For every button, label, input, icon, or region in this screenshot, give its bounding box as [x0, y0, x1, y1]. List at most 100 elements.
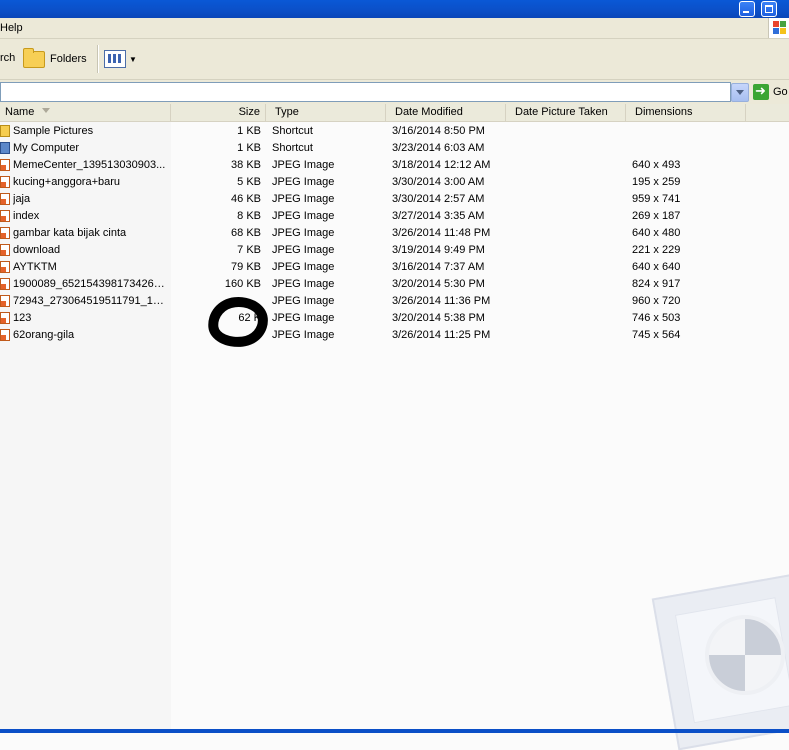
jpeg-icon [0, 329, 10, 341]
search-button[interactable]: rch [0, 52, 15, 64]
file-name: kucing+anggora+baru [13, 176, 121, 188]
column-header-bar: Name Size Type Date Modified Date Pictur… [0, 104, 789, 122]
file-dimensions: 195 x 259 [632, 176, 681, 188]
column-date-picture-taken-label: Date Picture Taken [515, 106, 608, 118]
windows-logo-icon [768, 18, 789, 38]
file-date-modified: 3/26/2014 11:48 PM [392, 227, 491, 239]
file-row[interactable]: gambar kata bijak cinta 68 KB JPEG Image… [0, 225, 789, 242]
file-type: JPEG Image [272, 159, 335, 171]
file-size: 38 KB [231, 159, 261, 171]
jpeg-icon [0, 312, 10, 324]
window-bottom-edge [0, 729, 789, 733]
file-type: JPEG Image [272, 244, 335, 256]
file-type: JPEG Image [272, 329, 335, 341]
file-row[interactable]: 1900089_652154398173426_... 160 KB JPEG … [0, 276, 789, 293]
file-row[interactable]: index 8 KB JPEG Image 3/27/2014 3:35 AM … [0, 208, 789, 225]
file-name: 123 [13, 312, 32, 324]
watermark-disc-icon [705, 615, 785, 695]
file-date-modified: 3/27/2014 3:35 AM [392, 210, 485, 222]
address-bar: Go [0, 80, 789, 105]
minimize-button[interactable] [739, 1, 755, 17]
jpeg-icon [0, 278, 10, 290]
column-header-date-modified[interactable]: Date Modified [386, 104, 506, 121]
column-header-name[interactable]: Name [0, 104, 171, 121]
file-row[interactable]: My Computer 1 KB Shortcut 3/23/2014 6:03… [0, 140, 789, 157]
file-row[interactable]: AYTKTM 79 KB JPEG Image 3/16/2014 7:37 A… [0, 259, 789, 276]
file-name: AYTKTM [13, 261, 57, 273]
file-row[interactable]: 62orang-gila JPEG Image 3/26/2014 11:25 … [0, 327, 789, 344]
file-date-modified: 3/30/2014 3:00 AM [392, 176, 485, 188]
file-date-modified: 3/20/2014 5:38 PM [392, 312, 485, 324]
go-label: Go [773, 86, 788, 98]
sort-arrow-icon [42, 108, 51, 117]
file-dimensions: 640 x 493 [632, 159, 681, 171]
file-name: gambar kata bijak cinta [13, 227, 127, 239]
file-name: 62orang-gila [13, 329, 75, 341]
file-type: Shortcut [272, 125, 313, 137]
column-header-size[interactable]: Size [171, 104, 266, 121]
file-row[interactable]: download 7 KB JPEG Image 3/19/2014 9:49 … [0, 242, 789, 259]
file-type: JPEG Image [272, 295, 335, 307]
file-dimensions: 746 x 503 [632, 312, 681, 324]
file-name: 1900089_652154398173426_... [13, 278, 168, 290]
file-dimensions: 269 x 187 [632, 210, 681, 222]
column-date-modified-label: Date Modified [395, 106, 463, 118]
menu-bar: Help [0, 18, 789, 39]
file-row[interactable]: 72943_273064519511791_18... JPEG Image 3… [0, 293, 789, 310]
go-button[interactable]: Go [753, 82, 788, 102]
jpeg-icon [0, 295, 10, 307]
file-size: 8 KB [237, 210, 261, 222]
file-row[interactable]: MemeCenter_139513030903... 38 KB JPEG Im… [0, 157, 789, 174]
file-type: Shortcut [272, 142, 313, 154]
file-size: 68 KB [231, 227, 261, 239]
views-icon [104, 50, 126, 68]
file-name: 72943_273064519511791_18... [13, 295, 168, 307]
file-row[interactable]: kucing+anggora+baru 5 KB JPEG Image 3/30… [0, 174, 789, 191]
file-dimensions: 824 x 917 [632, 278, 681, 290]
file-size: 1 KB [237, 125, 261, 137]
file-date-modified: 3/18/2014 12:12 AM [392, 159, 491, 171]
file-date-modified: 3/20/2014 5:30 PM [392, 278, 485, 290]
column-header-date-picture-taken[interactable]: Date Picture Taken [506, 104, 626, 121]
file-name: My Computer [13, 142, 80, 154]
column-dimensions-label: Dimensions [635, 106, 693, 118]
file-date-modified: 3/26/2014 11:25 PM [392, 329, 491, 341]
file-type: JPEG Image [272, 193, 335, 205]
file-size: 79 KB [231, 261, 261, 273]
views-button[interactable]: ▼ [104, 48, 137, 70]
file-type: JPEG Image [272, 176, 335, 188]
jpeg-icon [0, 193, 10, 205]
maximize-button[interactable] [761, 1, 777, 17]
toolbar: rch Folders ▼ [0, 39, 789, 80]
file-row[interactable]: Sample Pictures 1 KB Shortcut 3/16/2014 … [0, 123, 789, 140]
address-input[interactable] [0, 82, 731, 102]
file-size: 7 KB [237, 244, 261, 256]
file-date-modified: 3/23/2014 6:03 AM [392, 142, 485, 154]
file-date-modified: 3/19/2014 9:49 PM [392, 244, 485, 256]
jpeg-icon [0, 261, 10, 273]
toolbar-divider [97, 45, 99, 73]
jpeg-icon [0, 176, 10, 188]
file-dimensions: 640 x 480 [632, 227, 681, 239]
folder-icon [23, 47, 45, 68]
file-row[interactable]: 123 62 K JPEG Image 3/20/2014 5:38 PM 74… [0, 310, 789, 327]
file-dimensions: 959 x 741 [632, 193, 681, 205]
file-date-modified: 3/30/2014 2:57 AM [392, 193, 485, 205]
folders-button[interactable]: Folders [23, 47, 87, 70]
jpeg-icon [0, 227, 10, 239]
file-name: index [13, 210, 40, 222]
column-header-dimensions[interactable]: Dimensions [626, 104, 746, 121]
file-dimensions: 221 x 229 [632, 244, 681, 256]
folders-label: Folders [50, 53, 87, 65]
menu-item-help[interactable]: Help [0, 22, 23, 34]
file-row[interactable]: jaja 46 KB JPEG Image 3/30/2014 2:57 AM … [0, 191, 789, 208]
file-name: Sample Pictures [13, 125, 94, 137]
file-dimensions: 640 x 640 [632, 261, 681, 273]
file-type: JPEG Image [272, 312, 335, 324]
column-header-type[interactable]: Type [266, 104, 386, 121]
go-arrow-icon [753, 83, 769, 100]
file-date-modified: 3/16/2014 7:37 AM [392, 261, 485, 273]
file-size: 160 KB [224, 278, 261, 290]
address-dropdown-button[interactable] [731, 83, 749, 102]
file-date-modified: 3/26/2014 11:36 PM [392, 295, 491, 307]
